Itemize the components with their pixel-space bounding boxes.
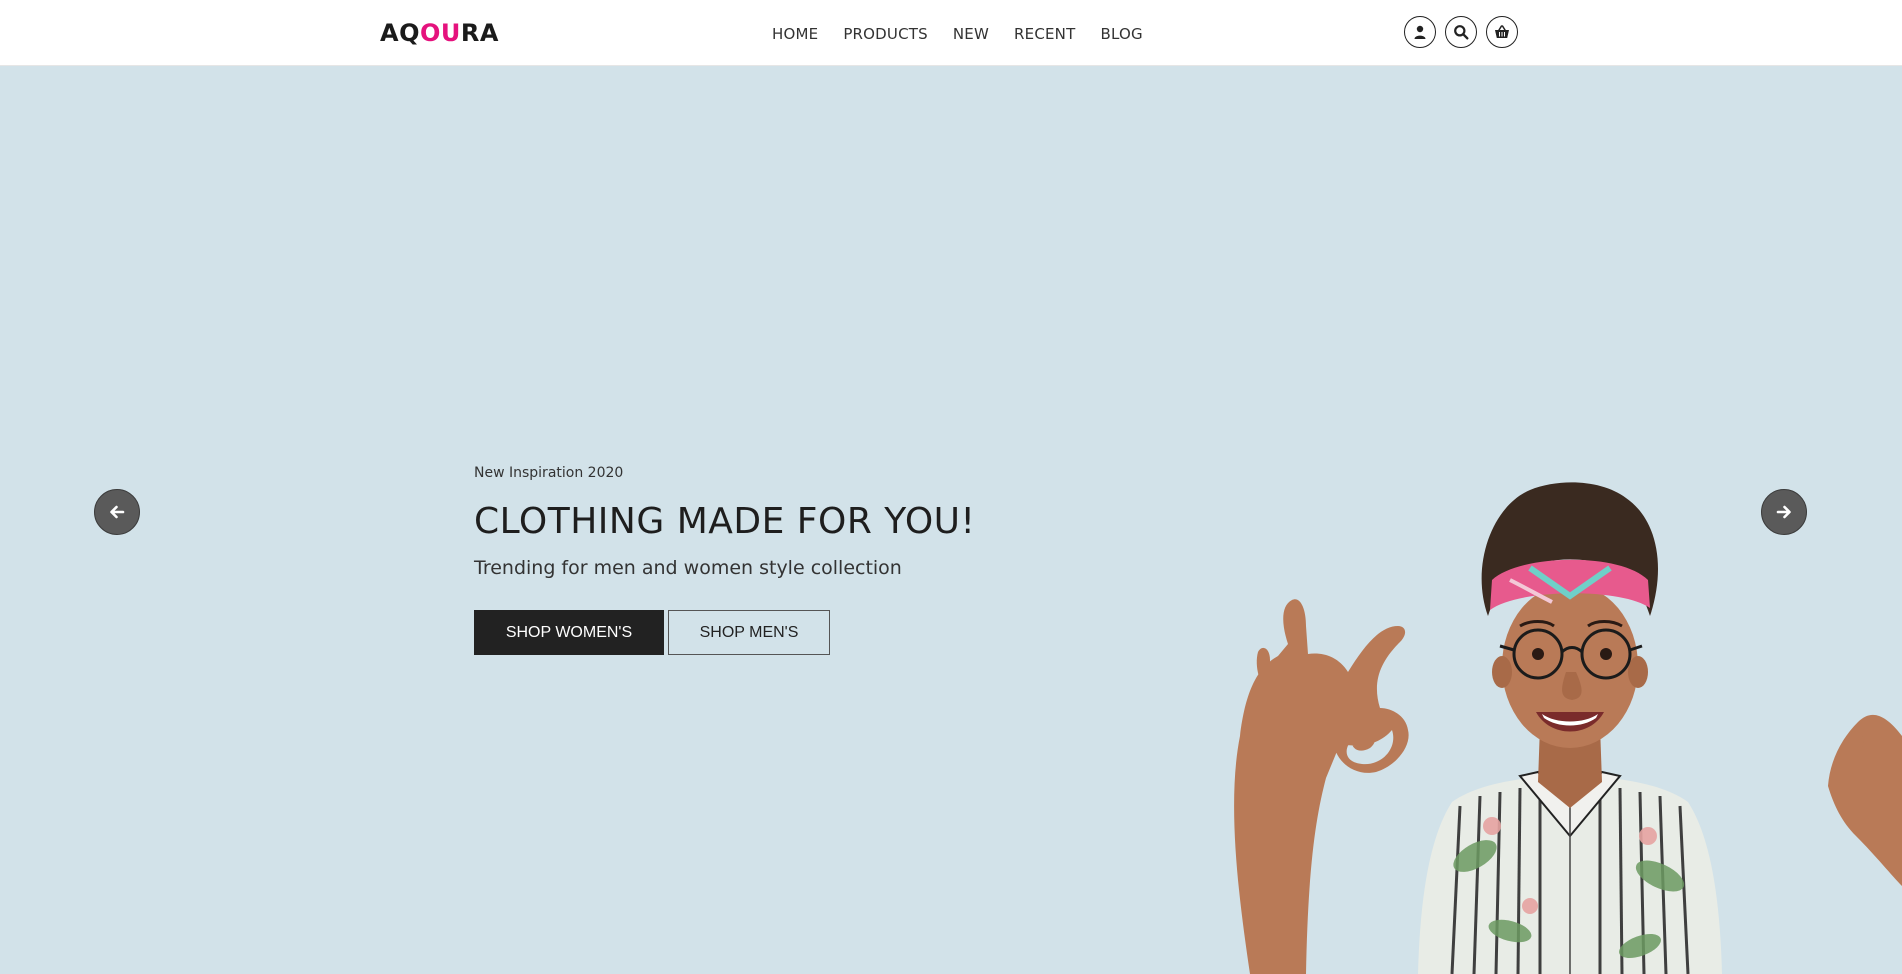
hero-headline: CLOTHING MADE FOR YOU! bbox=[474, 501, 976, 542]
basket-icon bbox=[1495, 25, 1509, 38]
logo-part-2: RA bbox=[460, 19, 499, 47]
arrow-left-icon bbox=[110, 505, 125, 519]
shop-womens-button[interactable]: SHOP WOMEN'S bbox=[474, 610, 664, 655]
logo[interactable]: AQOURA bbox=[380, 18, 499, 48]
main-nav: HOME PRODUCTS NEW RECENT BLOG bbox=[772, 24, 1143, 44]
header-actions bbox=[1404, 16, 1518, 48]
site-header: AQOURA HOME PRODUCTS NEW RECENT BLOG bbox=[0, 0, 1902, 66]
left-hand bbox=[1234, 599, 1409, 974]
slider-next-button[interactable] bbox=[1761, 489, 1807, 535]
arrow-right-icon bbox=[1776, 505, 1791, 519]
search-button[interactable] bbox=[1445, 16, 1477, 48]
hero-cta-group: SHOP WOMEN'S SHOP MEN'S bbox=[474, 610, 830, 655]
logo-accent: OU bbox=[419, 19, 461, 47]
right-hand bbox=[1828, 714, 1902, 886]
shop-mens-button[interactable]: SHOP MEN'S bbox=[668, 610, 830, 655]
search-icon bbox=[1454, 25, 1469, 40]
hero-slider: New Inspiration 2020 CLOTHING MADE FOR Y… bbox=[0, 66, 1902, 974]
user-icon bbox=[1414, 25, 1426, 39]
hero-model-image bbox=[1234, 482, 1902, 974]
nav-home[interactable]: HOME bbox=[772, 24, 818, 44]
account-button[interactable] bbox=[1404, 16, 1436, 48]
cart-button[interactable] bbox=[1486, 16, 1518, 48]
nav-products[interactable]: PRODUCTS bbox=[843, 24, 928, 44]
logo-part-1: AQ bbox=[380, 19, 420, 47]
nav-blog[interactable]: BLOG bbox=[1100, 24, 1142, 44]
hero-content: New Inspiration 2020 CLOTHING MADE FOR Y… bbox=[474, 464, 976, 655]
slider-prev-button[interactable] bbox=[94, 489, 140, 535]
nav-recent[interactable]: RECENT bbox=[1014, 24, 1075, 44]
nav-new[interactable]: NEW bbox=[953, 24, 989, 44]
hero-eyebrow: New Inspiration 2020 bbox=[474, 465, 624, 481]
hero-subline: Trending for men and women style collect… bbox=[474, 557, 902, 579]
